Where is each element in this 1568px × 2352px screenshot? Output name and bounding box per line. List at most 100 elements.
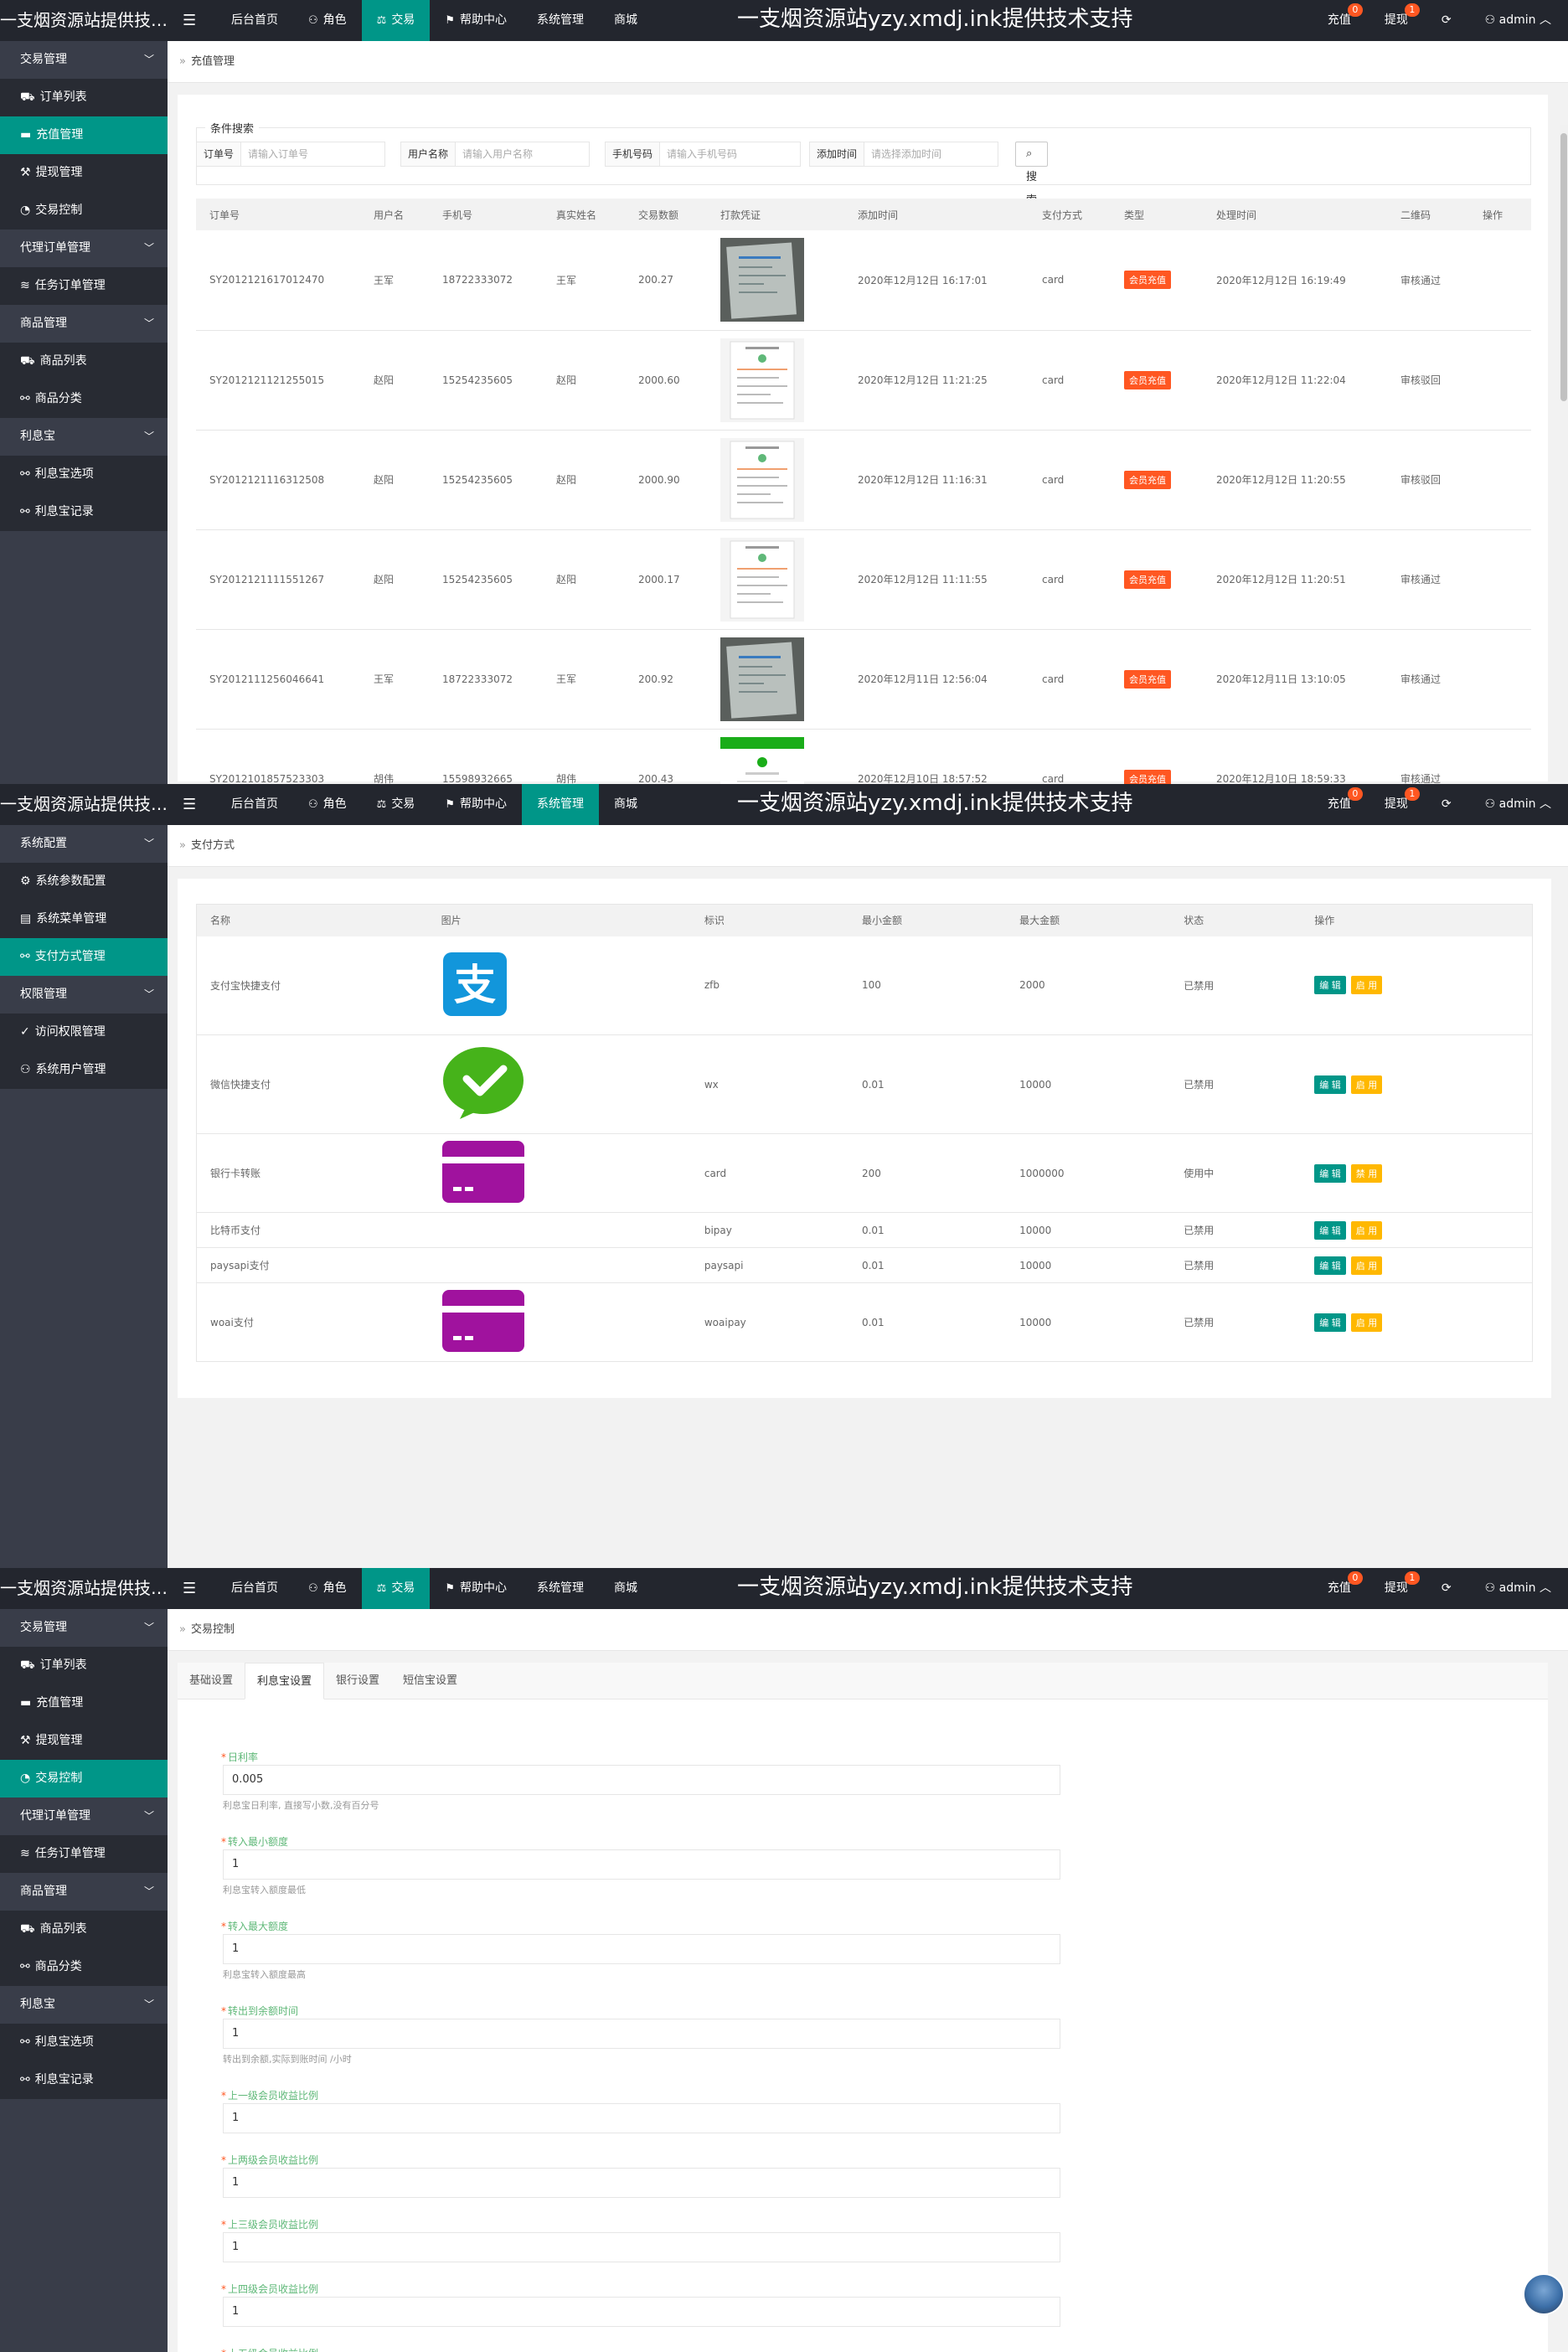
search-input[interactable]: 请输入用户名称 — [456, 142, 539, 166]
sidebar-group[interactable]: 系统配置 ﹀ — [0, 825, 168, 863]
sidebar-item[interactable]: ⛟ 商品列表 — [0, 1911, 168, 1948]
search-input[interactable]: 请输入订单号 — [241, 142, 315, 166]
tab[interactable]: 短信宝设置 — [391, 1663, 469, 1700]
field-input[interactable]: 1 — [223, 2297, 1060, 2327]
toggle-button[interactable]: 启 用 — [1350, 1256, 1383, 1275]
nav-mall[interactable]: 商城 — [599, 0, 652, 41]
sidebar-item[interactable]: ⚒ 提现管理 — [0, 154, 168, 192]
refresh-icon[interactable]: ⟳ — [1425, 0, 1468, 41]
field-input[interactable]: 1 — [223, 2232, 1060, 2262]
edit-button[interactable]: 编 辑 — [1314, 1075, 1346, 1094]
sidebar-item[interactable]: ⚯ 利息宝记录 — [0, 2061, 168, 2099]
sidebar-group[interactable]: 利息宝 ﹀ — [0, 1986, 168, 2024]
nav-mall[interactable]: 商城 — [599, 1568, 652, 1609]
user-menu[interactable]: ⚇ admin ︿ — [1468, 784, 1568, 825]
toggle-button[interactable]: 启 用 — [1350, 976, 1383, 995]
nav-system[interactable]: 系统管理 — [522, 0, 599, 41]
nav-mall[interactable]: 商城 — [599, 784, 652, 825]
sidebar-item[interactable]: ▤ 系统菜单管理 — [0, 900, 168, 938]
withdraw-link[interactable]: 提现 1 — [1368, 784, 1425, 825]
toggle-button[interactable]: 启 用 — [1350, 1220, 1383, 1240]
nav-help[interactable]: ⚑ 帮助中心 — [430, 0, 522, 41]
nav-help[interactable]: ⚑ 帮助中心 — [430, 784, 522, 825]
field-input[interactable]: 1 — [223, 2103, 1060, 2133]
sidebar-item[interactable]: ▬ 充值管理 — [0, 1684, 168, 1722]
field-input[interactable]: 1 — [223, 1934, 1060, 1964]
sidebar-item[interactable]: ⚯ 商品分类 — [0, 1948, 168, 1986]
toggle-button[interactable]: 启 用 — [1350, 1075, 1383, 1094]
field-input[interactable]: 1 — [223, 2168, 1060, 2198]
nav-help[interactable]: ⚑ 帮助中心 — [430, 1568, 522, 1609]
search-input[interactable]: 请选择添加时间 — [864, 142, 948, 166]
recharge-link[interactable]: 充值 0 — [1311, 784, 1368, 825]
refresh-icon[interactable]: ⟳ — [1425, 1568, 1468, 1609]
sidebar-group[interactable]: 商品管理 ﹀ — [0, 1873, 168, 1911]
toggle-button[interactable]: 启 用 — [1350, 1313, 1383, 1332]
recharge-link[interactable]: 充值 0 — [1311, 1568, 1368, 1609]
sidebar-item[interactable]: ⚯ 利息宝选项 — [0, 456, 168, 493]
nav-system[interactable]: 系统管理 — [521, 784, 599, 825]
sidebar-group[interactable]: 商品管理 ﹀ — [0, 305, 168, 343]
sidebar-item[interactable]: ✓ 访问权限管理 — [0, 1014, 168, 1051]
edit-button[interactable]: 编 辑 — [1314, 1313, 1346, 1332]
sidebar-item[interactable]: ⚙ 系统参数配置 — [0, 863, 168, 900]
search-button[interactable]: ⌕ 搜 索 — [1015, 142, 1049, 207]
site-logo[interactable]: 一支烟资源站提供技术... — [0, 0, 168, 41]
sidebar-item[interactable]: ⚯ 商品分类 — [0, 380, 168, 418]
menu-toggle-icon[interactable]: ☰ — [183, 1568, 196, 1609]
site-logo[interactable]: 一支烟资源站提供技术... — [0, 1568, 168, 1609]
tab[interactable]: 利息宝设置 — [245, 1663, 325, 1700]
withdraw-link[interactable]: 提现 1 — [1368, 1568, 1425, 1609]
sidebar-item[interactable]: ⛟ 订单列表 — [0, 1647, 168, 1684]
nav-trade[interactable]: ⚖ 交易 — [361, 0, 431, 41]
nav-role[interactable]: ⚇ 角色 — [293, 784, 362, 825]
sidebar-group[interactable]: 利息宝 ﹀ — [0, 418, 168, 456]
receipt-thumbnail[interactable] — [720, 238, 804, 322]
edit-button[interactable]: 编 辑 — [1314, 1256, 1346, 1275]
nav-role[interactable]: ⚇ 角色 — [293, 1568, 362, 1609]
field-input[interactable]: 1 — [223, 1849, 1060, 1880]
sidebar-item[interactable]: ▬ 充值管理 — [0, 116, 168, 154]
sidebar-item[interactable]: ◔ 交易控制 — [0, 192, 168, 230]
sidebar-group[interactable]: 代理订单管理 ﹀ — [0, 230, 168, 267]
sidebar-item[interactable]: ⚯ 利息宝选项 — [0, 2024, 168, 2061]
receipt-thumbnail[interactable] — [720, 338, 804, 422]
receipt-thumbnail[interactable] — [720, 437, 804, 522]
sidebar-group[interactable]: 交易管理 ﹀ — [0, 41, 168, 79]
sidebar-item[interactable]: ⛟ 订单列表 — [0, 79, 168, 116]
sidebar-item[interactable]: ⚇ 系统用户管理 — [0, 1051, 168, 1089]
scrollbar-thumb[interactable] — [1560, 133, 1567, 401]
sidebar-item[interactable]: ⛟ 商品列表 — [0, 343, 168, 380]
sidebar-group[interactable]: 权限管理 ﹀ — [0, 976, 168, 1014]
user-menu[interactable]: ⚇ admin ︿ — [1468, 1568, 1568, 1609]
nav-home[interactable]: 后台首页 — [216, 1568, 293, 1609]
nav-home[interactable]: 后台首页 — [216, 784, 293, 825]
nav-home[interactable]: 后台首页 — [216, 0, 293, 41]
search-input[interactable]: 请输入手机号码 — [660, 142, 744, 166]
field-input[interactable]: 1 — [223, 2019, 1060, 2049]
sidebar-item[interactable]: ⚯ 利息宝记录 — [0, 493, 168, 531]
edit-button[interactable]: 编 辑 — [1314, 976, 1346, 995]
tab[interactable]: 基础设置 — [178, 1663, 245, 1700]
floating-avatar[interactable] — [1523, 2273, 1565, 2315]
nav-system[interactable]: 系统管理 — [522, 1568, 599, 1609]
withdraw-link[interactable]: 提现 1 — [1368, 0, 1425, 41]
nav-role[interactable]: ⚇ 角色 — [293, 0, 362, 41]
nav-trade[interactable]: ⚖ 交易 — [362, 784, 431, 825]
menu-toggle-icon[interactable]: ☰ — [183, 0, 196, 41]
receipt-thumbnail[interactable] — [720, 736, 804, 785]
tab[interactable]: 银行设置 — [324, 1663, 391, 1700]
field-input[interactable]: 0.005 — [223, 1765, 1060, 1795]
refresh-icon[interactable]: ⟳ — [1425, 784, 1468, 825]
receipt-thumbnail[interactable] — [720, 537, 804, 622]
menu-toggle-icon[interactable]: ☰ — [183, 784, 196, 825]
sidebar-item[interactable]: ≋ 任务订单管理 — [0, 267, 168, 305]
sidebar-item[interactable]: ⚯ 支付方式管理 — [0, 938, 168, 976]
site-logo[interactable]: 一支烟资源站提供技术... — [0, 784, 168, 825]
sidebar-group[interactable]: 交易管理 ﹀ — [0, 1609, 168, 1647]
sidebar-item[interactable]: ≋ 任务订单管理 — [0, 1835, 168, 1873]
edit-button[interactable]: 编 辑 — [1314, 1163, 1346, 1183]
user-menu[interactable]: ⚇ admin ︿ — [1468, 0, 1568, 41]
recharge-link[interactable]: 充值 0 — [1311, 0, 1368, 41]
vertical-scrollbar[interactable] — [1560, 125, 1568, 784]
